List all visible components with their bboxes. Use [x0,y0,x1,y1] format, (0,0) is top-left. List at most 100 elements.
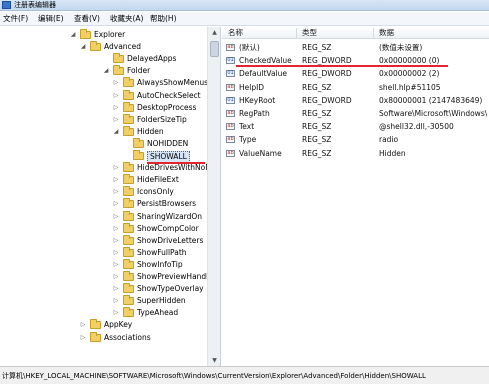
tree-item[interactable]: ◢ Explorer [0,29,207,41]
scroll-thumb[interactable] [210,41,219,57]
column-divider[interactable] [373,28,374,38]
tree-item-label: ShowTypeOverlay [137,284,204,294]
expand-arrow-icon[interactable]: ▷ [113,310,119,316]
column-header-name[interactable]: 名称 [228,28,243,38]
tree-item[interactable]: DelayedApps [0,53,207,65]
list-header: 名称 类型 数据 [222,27,489,39]
menu-view[interactable]: 查看(V) [74,14,100,24]
collapse-arrow-icon[interactable]: ◢ [70,32,76,38]
registry-value-row[interactable]: 01 HKeyRoot REG_DWORD 0x80000001 (214748364… [222,94,489,107]
collapse-arrow-icon[interactable]: ◢ [80,44,86,50]
value-data-cell: Software\Microsoft\Windows\ [379,109,487,118]
string-value-icon: ab [226,110,235,117]
folder-icon [123,295,134,306]
tree-item[interactable]: ▷ AutoCheckSelect [0,89,207,102]
folder-icon [133,137,144,148]
registry-value-row[interactable]: ab Text REG_SZ @shell32.dll,-30500 [222,120,489,133]
menu-favorites[interactable]: 收藏夹(A) [110,14,143,24]
expand-arrow-icon[interactable]: ▷ [113,274,119,280]
scroll-up-icon[interactable]: ▲ [210,28,219,37]
expand-arrow-icon[interactable]: ▷ [80,334,86,341]
expand-arrow-icon[interactable]: ▷ [113,298,119,304]
folder-icon [123,174,134,185]
expand-arrow-icon[interactable]: ▷ [113,104,119,111]
expand-arrow-icon[interactable]: ▷ [113,116,119,123]
column-header-data[interactable]: 数据 [379,28,394,38]
tree-item[interactable]: ▷ TypeAhead [0,307,207,319]
expand-arrow-icon[interactable]: ▷ [113,261,119,268]
column-header-type[interactable]: 类型 [302,28,317,38]
expand-arrow-icon[interactable]: ▷ [113,286,119,292]
binary-value-icon: 01 [226,96,235,104]
menu-help[interactable]: 帮助(H) [150,14,177,24]
folder-icon [123,222,134,233]
tree-item[interactable]: ◢ Advanced [0,41,207,53]
tree-item[interactable]: ▷ ShowFullPath [0,246,207,259]
registry-value-row[interactable]: ab Type REG_SZ radio [222,133,489,146]
tree-item[interactable]: SHOWALL [0,150,207,163]
expand-arrow-icon[interactable]: ▷ [113,213,119,220]
tree-item-label: ShowPreviewHandle [137,272,213,281]
expand-arrow-icon[interactable]: ▷ [113,165,119,171]
tree-item[interactable]: ▷ ShowDriveLetters [0,234,207,247]
folder-icon [123,258,134,269]
tree-item[interactable]: ▷ SharingWizardOn [0,210,207,223]
expand-arrow-icon [123,141,129,147]
expand-arrow-icon[interactable]: ▷ [113,237,119,244]
tree-item-label: ShowDriveLetters [137,235,204,245]
expand-arrow-icon [123,153,129,159]
registry-value-row[interactable]: ab ValueName REG_SZ Hidden [222,147,489,160]
value-data-cell: 0x00000002 (2) [379,69,440,79]
expand-arrow-icon[interactable]: ▷ [113,189,119,195]
value-name-cell: Text [239,122,255,132]
tree-item[interactable]: ▷ AppKey [0,319,207,331]
menu-edit[interactable]: 编辑(E) [38,14,64,24]
tree-item[interactable]: ▷ ShowInfoTip [0,258,207,271]
tree-item[interactable]: ▷ Associations [0,331,207,344]
registry-value-row[interactable]: 01 DefaultValue REG_DWORD 0x00000002 (2) [222,67,489,80]
expand-arrow-icon[interactable]: ▷ [113,177,119,183]
tree-item-label: ShowCompColor [137,223,199,233]
tree-item[interactable]: ▷ PersistBrowsers [0,198,207,210]
expand-arrow-icon[interactable]: ▷ [80,322,86,328]
tree-vertical-scrollbar[interactable]: ▲ ▼ [207,27,220,366]
tree-item[interactable]: ▷ HideDrivesWithNoM [0,162,212,174]
value-type-cell: REG_DWORD [302,69,352,79]
tree-item[interactable]: ▷ AlwaysShowMenus [0,77,208,89]
tree-item[interactable]: ▷ DesktopProcess [0,101,207,114]
folder-icon [90,331,101,342]
collapse-arrow-icon[interactable]: ◢ [103,68,109,74]
registry-value-row[interactable]: ab (默认) REG_SZ (数值未设置) [222,41,489,54]
tree-item[interactable]: ◢ Folder [0,65,207,77]
tree-item[interactable]: ▷ ShowTypeOverlay [0,283,207,295]
tree-item[interactable]: ◢ Hidden [0,125,207,138]
scroll-down-icon[interactable]: ▼ [210,356,219,365]
annotation-underline-checkedvalue [236,65,448,67]
expand-arrow-icon[interactable]: ▷ [113,92,119,99]
registry-value-row[interactable]: ab HelpID REG_SZ shell.hlp#51105 [222,81,489,94]
tree-item[interactable]: ▷ ShowCompColor [0,222,207,235]
expand-arrow-icon[interactable]: ▷ [113,225,119,232]
tree-item[interactable]: ▷ FolderSizeTip [0,113,207,126]
expand-arrow-icon[interactable]: ▷ [113,80,119,86]
expand-arrow-icon[interactable]: ▷ [113,249,119,256]
value-data-cell: radio [379,135,399,145]
string-value-icon: ab [226,136,235,144]
tree-item[interactable]: ▷ IconsOnly [0,186,207,198]
folder-icon [113,53,124,64]
tree-item[interactable]: ▷ ShowPreviewHandle [0,271,213,283]
registry-value-row[interactable]: ab RegPath REG_SZ Software\Microsoft\Window… [222,107,489,120]
collapse-arrow-icon[interactable]: ◢ [113,128,119,135]
registry-values-list: 名称 类型 数据 ab (默认) REG_SZ (数值未设置) 01 CheckedVal… [222,27,489,366]
column-divider[interactable] [296,28,297,38]
folder-icon [133,150,144,160]
expand-arrow-icon[interactable]: ▷ [113,201,119,207]
tree-item[interactable]: NOHIDDEN [0,137,207,150]
menu-file[interactable]: 文件(F) [3,14,28,24]
folder-icon [123,246,134,257]
tree-item[interactable]: ▷ SuperHidden [0,295,207,307]
registry-key-tree[interactable]: ◢ Explorer ◢ Advanced DelayedApps ◢ Folder ▷ Alw… [0,27,221,366]
folder-icon [123,234,134,245]
tree-item-label: Explorer [94,30,126,39]
tree-item[interactable]: ▷ HideFileExt [0,174,207,186]
